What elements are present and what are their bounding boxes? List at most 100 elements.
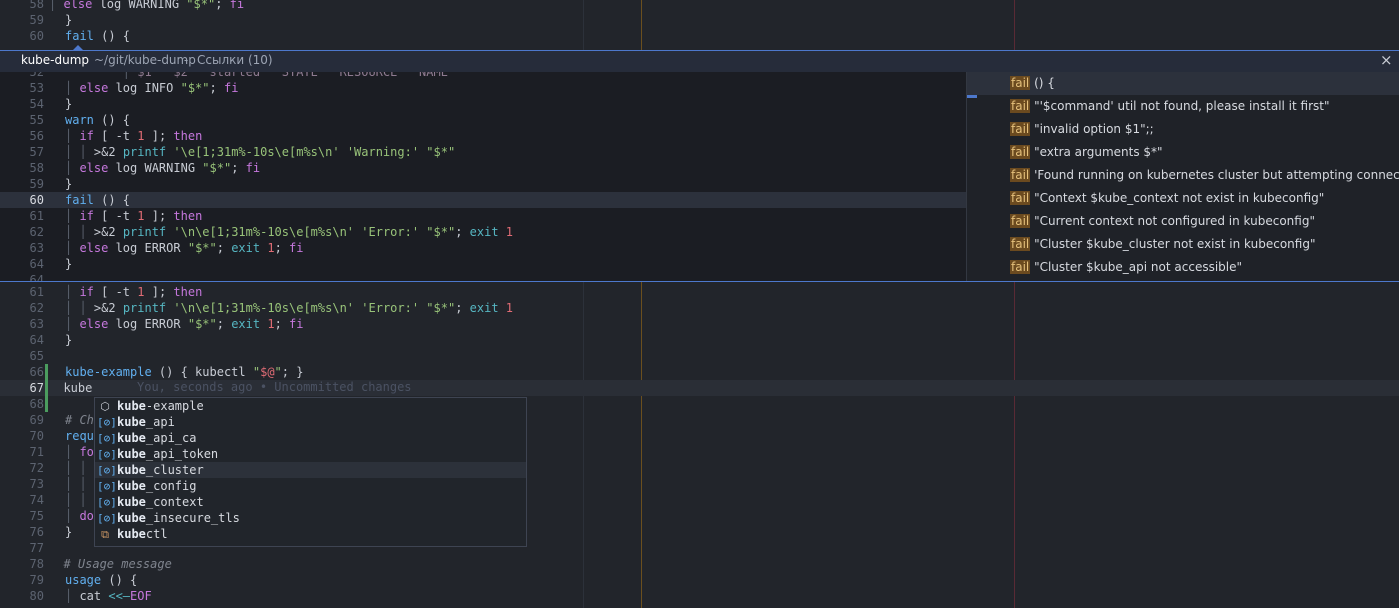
line-number: 62 bbox=[29, 225, 44, 239]
code-line: │ else log WARNING "$*"; fi bbox=[65, 161, 261, 175]
suggest-item[interactable]: ⬡ kube-example bbox=[95, 398, 526, 414]
current-line-highlight: 60 fail () { bbox=[0, 192, 980, 208]
line-number: 79 bbox=[29, 573, 44, 587]
code-line: fail () { bbox=[65, 29, 131, 43]
variable-icon: [⊘] bbox=[97, 496, 117, 509]
code-line: │ │ bbox=[65, 493, 87, 507]
reference-item[interactable]: fail "Context $kube_context not exist in… bbox=[967, 187, 1399, 210]
variable-icon: [⊘] bbox=[97, 416, 117, 429]
reference-item[interactable]: fail "extra arguments $*" bbox=[967, 141, 1399, 164]
reference-item[interactable]: fail "Cluster $kube_api not accessible" bbox=[967, 256, 1399, 279]
reference-text: "Context $kube_context not exist in kube… bbox=[1030, 191, 1325, 205]
line-number: 74 bbox=[29, 493, 44, 507]
line-number: 56 bbox=[29, 129, 44, 143]
suggest-match: kube bbox=[117, 479, 146, 493]
git-added-marker bbox=[45, 380, 48, 396]
line-number: 70 bbox=[29, 429, 44, 443]
reference-item[interactable]: fail "invalid option $1";; bbox=[967, 118, 1399, 141]
current-line-highlight: 67 kube You, seconds ago • Uncommitted c… bbox=[0, 380, 1399, 396]
reference-match: fail bbox=[1010, 191, 1031, 205]
peek-header: kube-dump ~/git/kube-dump - Ссылки (10) … bbox=[0, 45, 1399, 72]
code-line: │ fo bbox=[65, 445, 94, 459]
line-number: 60 bbox=[29, 193, 44, 207]
reference-match: fail bbox=[1010, 145, 1031, 159]
suggest-match: kube bbox=[117, 399, 146, 413]
code-line: │ else log ERROR "$*"; exit 1; fi bbox=[65, 317, 304, 331]
suggest-match: kube bbox=[117, 447, 146, 461]
code-line: requ bbox=[65, 429, 94, 443]
code-line: │ $1 $2 started STATE RESOURCE NAME bbox=[122, 72, 448, 79]
suggest-item[interactable]: ⧉ kubectl bbox=[95, 526, 526, 542]
git-added-marker bbox=[45, 396, 48, 412]
git-blame-annotation: You, seconds ago • Uncommitted changes bbox=[137, 380, 412, 394]
line-number: 71 bbox=[29, 445, 44, 459]
line-number: 55 bbox=[29, 113, 44, 127]
code-line: │ │ >&2 printf '\e[1;31m%-10s\e[m%s\n' '… bbox=[65, 145, 456, 159]
line-number: 77 bbox=[29, 541, 44, 555]
code-line: │ │ bbox=[65, 461, 87, 475]
line-number: 60 bbox=[29, 29, 44, 43]
suggest-item[interactable]: [⊘]kube_api bbox=[95, 414, 526, 430]
reference-text: () { bbox=[1030, 76, 1055, 90]
line-number: 67 bbox=[29, 381, 44, 395]
variable-icon: [⊘] bbox=[97, 512, 117, 525]
line-number: 64 bbox=[29, 333, 44, 347]
code-line: │ cat <<—EOF bbox=[65, 589, 152, 603]
code-line: │ if [ -t 1 ]; then bbox=[65, 209, 203, 223]
line-number: 59 bbox=[29, 177, 44, 191]
references-list[interactable]: fail () { fail "'$command' util not foun… bbox=[966, 72, 1399, 281]
suggest-label: _config bbox=[145, 479, 197, 493]
module-icon: ⬡ bbox=[100, 400, 110, 413]
editor-top[interactable]: 58 │ else log WARNING "$*"; fi 59 } 60 f… bbox=[0, 0, 1399, 50]
peek-arrow-icon bbox=[73, 45, 83, 50]
suggest-item[interactable]: [⊘]kube_context bbox=[95, 494, 526, 510]
suggest-label: _context bbox=[145, 495, 204, 509]
suggest-item[interactable]: [⊘]kube_api_token bbox=[95, 446, 526, 462]
suggest-item-selected[interactable]: [⊘]kube_cluster bbox=[95, 462, 526, 478]
code-line: # Usage message bbox=[49, 557, 172, 571]
suggest-widget[interactable]: ⬡ kube-example [⊘]kube_api [⊘]kube_api_ca… bbox=[94, 397, 527, 547]
line-number: 66 bbox=[29, 365, 44, 379]
line-number: 72 bbox=[29, 461, 44, 475]
reference-item[interactable]: fail 'Found running on kubernetes cluste… bbox=[967, 164, 1399, 187]
suggest-label: -example bbox=[145, 399, 204, 413]
reference-item[interactable]: fail "'$command' util not found, please … bbox=[967, 95, 1399, 118]
peek-title[interactable]: kube-dump bbox=[21, 53, 89, 67]
code-line: # Ch bbox=[65, 413, 94, 427]
code-line: │ else log WARNING "$*"; fi bbox=[49, 0, 245, 11]
line-number: 78 bbox=[29, 557, 44, 571]
code-line: kube bbox=[49, 381, 93, 395]
close-icon[interactable]: × bbox=[1380, 51, 1393, 69]
line-number: 54 bbox=[29, 97, 44, 111]
line-number: 80 bbox=[29, 589, 44, 603]
line-number: 65 bbox=[29, 349, 44, 363]
suggest-label: _cluster bbox=[145, 463, 204, 477]
reference-item[interactable]: fail "Current context not configured in … bbox=[967, 210, 1399, 233]
suggest-match: kube bbox=[117, 415, 146, 429]
suggest-item[interactable]: [⊘]kube_api_ca bbox=[95, 430, 526, 446]
suggest-match: kube bbox=[117, 495, 146, 509]
reference-item[interactable]: fail () { bbox=[967, 72, 1399, 95]
variable-icon: [⊘] bbox=[97, 448, 117, 461]
line-number: 61 bbox=[29, 285, 44, 299]
suggest-item[interactable]: [⊘]kube_config bbox=[95, 478, 526, 494]
line-number: 57 bbox=[29, 145, 44, 159]
peek-refs-label: Ссылки (10) bbox=[197, 53, 273, 67]
suggest-label: _api bbox=[145, 415, 175, 429]
variable-icon: [⊘] bbox=[97, 464, 117, 477]
reference-match: fail bbox=[1010, 237, 1031, 251]
variable-icon: [⊘] bbox=[97, 480, 117, 493]
line-number: 75 bbox=[29, 509, 44, 523]
reference-text: "invalid option $1";; bbox=[1030, 122, 1154, 136]
line-number: 63 bbox=[29, 241, 44, 255]
suggest-label: _insecure_tls bbox=[145, 511, 240, 525]
suggest-match: kube bbox=[117, 463, 146, 477]
reference-match: fail bbox=[1010, 76, 1031, 90]
code-line: } bbox=[65, 13, 73, 27]
suggest-match: kube bbox=[117, 431, 146, 445]
reference-text: "extra arguments $*" bbox=[1030, 145, 1163, 159]
line-number: 73 bbox=[29, 477, 44, 491]
reference-text: 'Found running on kubernetes cluster but… bbox=[1030, 168, 1399, 182]
suggest-item[interactable]: [⊘]kube_insecure_tls bbox=[95, 510, 526, 526]
reference-item[interactable]: fail "Cluster $kube_cluster not exist in… bbox=[967, 233, 1399, 256]
